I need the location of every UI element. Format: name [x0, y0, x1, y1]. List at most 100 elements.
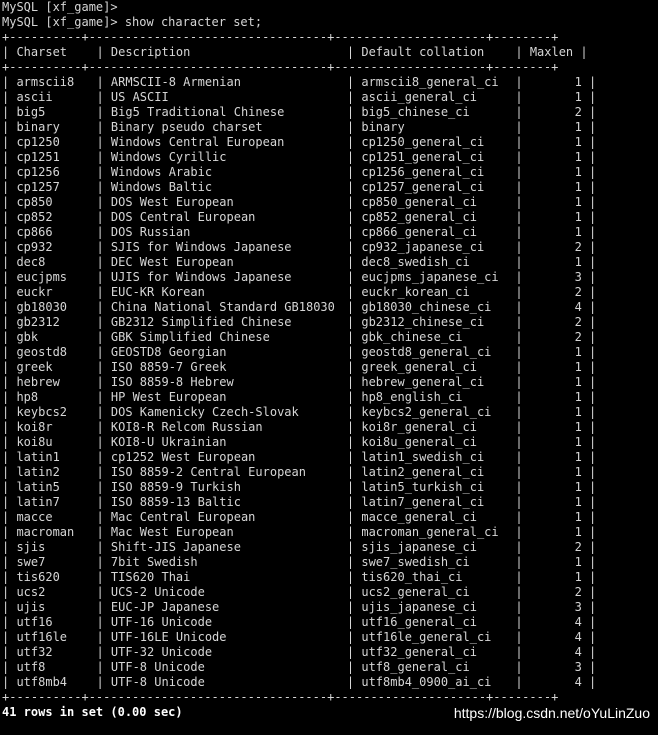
cell-description: SJIS for Windows Japanese [110, 240, 292, 254]
cell-charset: cp1256 [16, 165, 60, 179]
cell-default-collation: macroman_general_ci [361, 525, 499, 539]
column-separator: | [581, 360, 597, 374]
column-separator: | [581, 120, 597, 134]
column-separator: | [581, 285, 597, 299]
table-row: | utf16 | UTF-16 Unicode | utf16_general_c… [2, 615, 658, 630]
column-separator: | [346, 360, 362, 374]
column-separator: | [515, 225, 530, 239]
column-separator: | [96, 435, 111, 449]
column-separator: | [515, 150, 530, 164]
cell-maxlen: 1 [574, 225, 582, 239]
column-separator: | [515, 600, 530, 614]
cell-description: TIS620 Thai [110, 570, 191, 584]
table-row: | cp866 | DOS Russian | cp866_general_ci | … [2, 225, 658, 240]
cell-description: UTF-16 Unicode [110, 615, 213, 629]
column-separator: | [2, 435, 17, 449]
column-separator: | [96, 555, 111, 569]
column-separator: | [2, 360, 17, 374]
table-row: | cp1256 | Windows Arabic | cp1256_general… [2, 165, 658, 180]
column-separator: | [581, 585, 597, 599]
table-row: | latin7 | ISO 8859-13 Baltic | latin7_gen… [2, 495, 658, 510]
cell-maxlen: 1 [574, 210, 582, 224]
column-separator: | [515, 375, 530, 389]
column-separator: | [96, 525, 111, 539]
column-separator: | [96, 90, 111, 104]
column-separator: | [346, 90, 362, 104]
table-row: | big5 | Big5 Traditional Chinese | big5_c… [2, 105, 658, 120]
column-separator: | [346, 210, 362, 224]
column-separator: | [96, 495, 111, 509]
column-separator: | [515, 330, 530, 344]
cell-charset: cp1251 [16, 150, 60, 164]
column-separator: | [515, 465, 530, 479]
column-separator: | [581, 375, 597, 389]
column-separator: | [96, 585, 111, 599]
cell-charset: cp852 [16, 210, 53, 224]
column-separator: | [581, 555, 597, 569]
column-separator: | [581, 525, 597, 539]
cell-charset: cp850 [16, 195, 53, 209]
column-separator: | [2, 75, 17, 89]
column-separator: | [581, 660, 597, 674]
column-separator: | [346, 240, 362, 254]
column-separator: | [346, 255, 362, 269]
column-separator: | [515, 45, 530, 59]
column-separator: | [515, 165, 530, 179]
column-separator: | [2, 615, 17, 629]
column-separator: | [2, 330, 17, 344]
cell-description: DOS Russian [110, 225, 191, 239]
column-separator: | [581, 495, 597, 509]
column-separator: | [581, 75, 597, 89]
cell-maxlen: 1 [574, 135, 582, 149]
column-separator: | [581, 630, 597, 644]
cell-maxlen: 2 [574, 240, 582, 254]
cell-charset: ujis [16, 600, 46, 614]
column-separator: | [581, 210, 597, 224]
table-row: | hp8 | HP West European | hp8_english_ci |… [2, 390, 658, 405]
column-separator: | [2, 345, 17, 359]
column-separator: | [515, 210, 530, 224]
cell-charset: euckr [16, 285, 53, 299]
column-separator: | [346, 465, 362, 479]
table-row: | cp852 | DOS Central European | cp852_gen… [2, 210, 658, 225]
cell-charset: hebrew [16, 375, 60, 389]
cell-maxlen: 1 [574, 255, 582, 269]
cell-charset: utf8mb4 [16, 675, 68, 689]
column-separator: | [581, 645, 597, 659]
column-separator: | [581, 420, 597, 434]
cell-description: China National Standard GB18030 [110, 300, 335, 314]
column-separator: | [581, 330, 597, 344]
column-separator: | [581, 195, 597, 209]
column-separator: | [96, 165, 111, 179]
column-separator: | [515, 495, 530, 509]
table-row: | swe7 | 7bit Swedish | swe7_swedish_ci | 1… [2, 555, 658, 570]
cell-default-collation: cp1256_general_ci [361, 165, 485, 179]
column-separator: | [2, 540, 17, 554]
cell-description: EUC-JP Japanese [110, 600, 220, 614]
cell-charset: tis620 [16, 570, 60, 584]
terminal-window[interactable]: MySQL [xf_game]> MySQL [xf_game]> show c… [2, 0, 658, 733]
cell-charset: big5 [16, 105, 46, 119]
cell-description: ISO 8859-8 Hebrew [110, 375, 234, 389]
column-separator: | [2, 555, 17, 569]
column-separator: | [346, 390, 362, 404]
table-row: | tis620 | TIS620 Thai | tis620_thai_ci | 1… [2, 570, 658, 585]
column-separator: | [346, 495, 362, 509]
column-separator: | [96, 75, 111, 89]
table-row: | koi8r | KOI8-R Relcom Russian | koi8r_ge… [2, 420, 658, 435]
column-separator: | [515, 90, 530, 104]
cell-default-collation: ujis_japanese_ci [361, 600, 477, 614]
cell-charset: geostd8 [16, 345, 68, 359]
column-separator: | [2, 300, 17, 314]
cell-description: ISO 8859-2 Central European [110, 465, 306, 479]
header-default-collation: Default collation [361, 45, 485, 59]
cell-charset: macce [16, 510, 53, 524]
table-row: | gb18030 | China National Standard GB180… [2, 300, 658, 315]
cell-charset: greek [16, 360, 53, 374]
cell-maxlen: 2 [574, 105, 582, 119]
cell-charset: latin1 [16, 450, 60, 464]
cell-default-collation: armscii8_general_ci [361, 75, 499, 89]
header-charset: Charset [16, 45, 68, 59]
column-separator: | [515, 300, 530, 314]
cell-maxlen: 1 [574, 150, 582, 164]
